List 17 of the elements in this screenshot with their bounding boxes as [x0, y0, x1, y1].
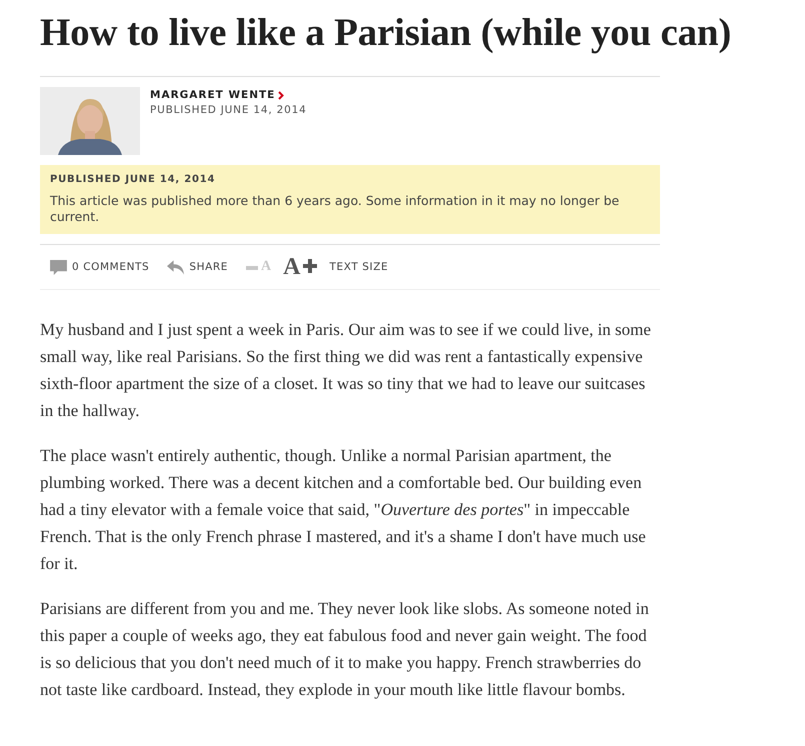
chevron-right-icon: [278, 90, 284, 100]
article-paragraph: Parisians are different from you and me. They never look like slobs. As someone noted in this paper a couple of weeks ago, they eat fabulous food and never gain weight. The food is so delicious that you don't need much of it to make you happy. French strawberries do not taste like cardboard. Instead, they explode in your mouth like little flavour bombs.: [40, 598, 650, 701]
increase-text-button[interactable]: A: [283, 255, 318, 279]
notice-text: This article was published more than 6 years ago. Some information in it may no longer be current.: [50, 193, 620, 225]
notice-title: PUBLISHED JUNE 14, 2014: [50, 174, 216, 185]
author-link[interactable]: MARGARET WENTE: [150, 89, 276, 101]
share-link[interactable]: SHARE: [167, 260, 228, 274]
publish-date: PUBLISHED JUNE 14, 2014: [150, 104, 307, 116]
minus-icon: [246, 266, 258, 270]
speech-bubble-icon: [50, 260, 67, 274]
comments-link[interactable]: 0 COMMENTS: [50, 260, 150, 274]
text-size-label: TEXT SIZE: [329, 261, 388, 273]
article-paragraph: The place wasn't entirely authentic, though. Unlike a normal Parisian apartment, the plumbing worked. There was a decent kitchen and a comfortable bed. Our building even had a tiny elevator with a female voice that said, "Ouverture des portes" in impeccable French. That is the only French phrase I mastered, and it's a shame I don't have much use for it.: [40, 445, 647, 575]
article-paragraph: My husband and I just spent a week in Paris. Our aim was to see if we could live, in some small way, like real Parisians. So the first thing we did was rent a fantastically expensive sixth-floor apartment the size of a closet. It was so tiny that we had to leave our suitcases in the hallway.: [40, 319, 652, 422]
plus-icon: [303, 259, 318, 273]
headline: How to live like a Parisian (while you can): [40, 10, 732, 56]
reply-arrow-icon: [167, 260, 184, 274]
